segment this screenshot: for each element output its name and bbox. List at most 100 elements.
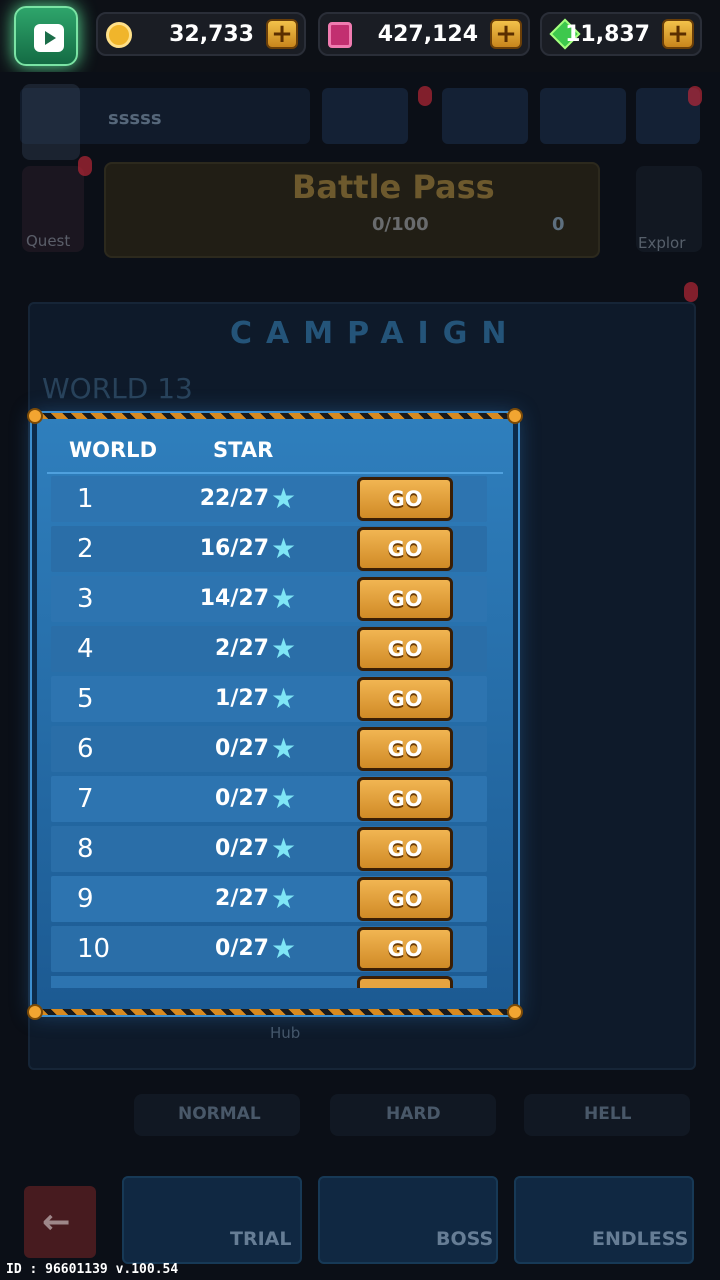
world-list[interactable]: 1 22/27 ★ GO 2 16/27 ★ GO 3 14/27 ★ GO 4… xyxy=(51,476,505,988)
dialog-header: WORLD STAR xyxy=(47,426,503,474)
list-item: 2 16/27 ★ GO xyxy=(51,526,487,572)
list-item: 10 0/27 ★ GO xyxy=(51,926,487,972)
battle-pass-title: Battle Pass xyxy=(292,168,495,206)
star-icon: ★ xyxy=(271,682,297,715)
star-icon: ★ xyxy=(271,832,297,865)
add-coins-button[interactable]: + xyxy=(266,19,298,49)
star-count: 14/27 xyxy=(199,586,269,611)
go-button[interactable]: GO xyxy=(357,877,453,921)
list-item: 3 14/27 ★ GO xyxy=(51,576,487,622)
star-icon: ★ xyxy=(271,482,297,515)
star-icon: ★ xyxy=(271,532,297,565)
star-count: 16/27 xyxy=(199,536,269,561)
mode-hell-label: HELL xyxy=(584,1104,632,1124)
world-number: 10 xyxy=(77,934,111,964)
add-gems-button[interactable]: + xyxy=(490,19,522,49)
build-id-text: ID : 96601139 v.100.54 xyxy=(6,1262,179,1277)
battle-pass-progress: 0/100 xyxy=(372,214,429,235)
back-arrow-icon: ← xyxy=(42,1202,71,1242)
world-number: 5 xyxy=(77,684,94,714)
star-icon: ★ xyxy=(271,732,297,765)
quest-label: Quest xyxy=(26,232,71,250)
list-item: 8 0/27 ★ GO xyxy=(51,826,487,872)
tv-play-icon[interactable] xyxy=(14,6,78,66)
coin-icon xyxy=(106,22,132,48)
star-count: 0/27 xyxy=(215,936,269,961)
world-number: 6 xyxy=(77,734,94,764)
list-item: 1 22/27 ★ GO xyxy=(51,476,487,522)
star-count: 2/27 xyxy=(215,886,269,911)
world-number: 8 xyxy=(77,834,94,864)
go-button[interactable]: GO xyxy=(357,727,453,771)
world-select-dialog: WORLD STAR 1 22/27 ★ GO 2 16/27 ★ GO 3 1… xyxy=(27,408,523,1020)
alert-icon xyxy=(418,86,432,106)
go-button[interactable]: GO xyxy=(357,477,453,521)
corner-bolt-icon xyxy=(27,408,43,424)
world-number: 2 xyxy=(77,534,94,564)
list-item: 5 1/27 ★ GO xyxy=(51,676,487,722)
rank-badge-icon xyxy=(22,84,80,160)
list-item: 4 2/27 ★ GO xyxy=(51,626,487,672)
corner-bolt-icon xyxy=(507,408,523,424)
star-icon: ★ xyxy=(271,782,297,815)
go-button[interactable]: GO xyxy=(357,627,453,671)
battle-pass-level: 0 xyxy=(552,214,565,235)
list-item: 9 2/27 ★ GO xyxy=(51,876,487,922)
add-diamonds-button[interactable]: + xyxy=(662,19,694,49)
endless-label: ENDLESS xyxy=(592,1228,689,1250)
world-number: 1 xyxy=(77,484,94,514)
alert-icon xyxy=(78,156,92,176)
explore-label: Explor xyxy=(638,234,686,252)
go-button[interactable]: GO xyxy=(357,577,453,621)
corner-bolt-icon xyxy=(27,1004,43,1020)
star-icon: ★ xyxy=(271,932,297,965)
star-count: 0/27 xyxy=(215,836,269,861)
gem-value: 427,124 xyxy=(377,22,478,47)
world-number: 7 xyxy=(77,784,94,814)
dialog-top-edge xyxy=(37,413,513,419)
boss-button xyxy=(318,1176,498,1264)
endless-button xyxy=(514,1176,694,1264)
hub-label: Hub xyxy=(270,1024,301,1042)
star-count: 0/27 xyxy=(215,786,269,811)
world-number: 3 xyxy=(77,584,94,614)
diamond-counter: 11,837 + xyxy=(540,12,702,56)
star-icon: ★ xyxy=(271,632,297,665)
ranking-button xyxy=(540,88,626,144)
gem-icon xyxy=(328,22,352,48)
column-header-star: STAR xyxy=(213,438,274,462)
go-button-partial[interactable] xyxy=(357,976,453,988)
go-button[interactable]: GO xyxy=(357,677,453,721)
player-name: sssss xyxy=(108,108,162,129)
star-count: 0/27 xyxy=(215,736,269,761)
boss-label: BOSS xyxy=(436,1228,494,1250)
alert-icon xyxy=(688,86,702,106)
back-button[interactable]: ← xyxy=(24,1186,96,1258)
go-button[interactable]: GO xyxy=(357,827,453,871)
hero-button xyxy=(322,88,408,144)
go-button[interactable]: GO xyxy=(357,777,453,821)
star-count: 1/27 xyxy=(215,686,269,711)
world-number: 9 xyxy=(77,884,94,914)
corner-bolt-icon xyxy=(507,1004,523,1020)
trial-label: TRIAL xyxy=(230,1228,292,1250)
go-button[interactable]: GO xyxy=(357,527,453,571)
star-icon: ★ xyxy=(271,582,297,615)
star-count: 2/27 xyxy=(215,636,269,661)
alert-icon xyxy=(684,282,698,302)
world-title: WORLD 13 xyxy=(42,372,193,405)
column-header-world: WORLD xyxy=(69,438,157,462)
dialog-bottom-edge xyxy=(37,1009,513,1015)
trophy-icon xyxy=(442,88,528,144)
world-number: 4 xyxy=(77,634,94,664)
campaign-title: CAMPAIGN xyxy=(230,316,521,351)
list-item: 7 0/27 ★ GO xyxy=(51,776,487,822)
go-button[interactable]: GO xyxy=(357,927,453,971)
star-count: 22/27 xyxy=(199,486,269,511)
coin-counter: 32,733 + xyxy=(96,12,306,56)
list-item: 6 0/27 ★ GO xyxy=(51,726,487,772)
mode-normal-label: NORMAL xyxy=(178,1104,261,1124)
mode-hard-label: HARD xyxy=(386,1104,441,1124)
list-item-partial xyxy=(51,976,487,988)
diamond-value: 11,837 xyxy=(565,22,650,47)
